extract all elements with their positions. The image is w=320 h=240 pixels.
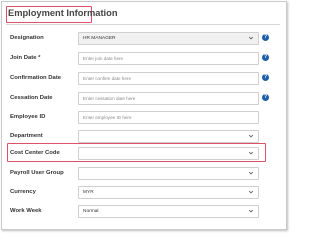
department-label: Department [10,133,43,139]
currency-value: MYR [83,190,94,195]
employee-id-input[interactable]: Enter employee ID here [78,111,259,124]
cessation-date-placeholder: Enter cessation date here [83,96,136,101]
cost-center-highlight [7,143,266,162]
cessation-date-label: Cessation Date [10,95,53,101]
join-date-placeholder: Enter join date here [83,56,124,61]
department-select[interactable] [78,130,259,143]
row-confirmation-date: Confirmation Date Enter confirm date her… [2,70,288,90]
employee-id-label: Employee ID [10,114,46,120]
designation-select[interactable]: HR MANAGER [78,32,259,45]
chevron-down-icon [248,133,254,139]
join-date-label: Join Date * [10,55,41,61]
payroll-user-group-select[interactable] [78,167,259,180]
payroll-user-group-label: Payroll User Group [10,170,64,176]
row-join-date: Join Date * Enter join date here ? [2,50,288,70]
work-week-label: Work Week [10,208,42,214]
designation-label: Designation [10,35,44,41]
confirmation-date-input[interactable]: Enter confirm date here [78,72,259,85]
currency-select[interactable]: MYR [78,186,259,199]
currency-label: Currency [10,189,36,195]
work-week-value: Normal [83,209,99,214]
title-divider [6,24,280,25]
chevron-down-icon [248,35,254,41]
chevron-down-icon [248,170,254,176]
help-icon[interactable]: ? [262,74,269,81]
chevron-down-icon [248,189,254,195]
row-work-week: Work Week Normal [2,203,288,223]
cessation-date-input[interactable]: Enter cessation date here [78,92,259,105]
chevron-down-icon [248,208,254,214]
row-currency: Currency MYR [2,184,288,204]
help-icon[interactable]: ? [262,34,269,41]
help-icon[interactable]: ? [262,54,269,61]
join-date-input[interactable]: Enter join date here [78,52,259,65]
row-designation: Designation HR MANAGER ? [2,30,288,50]
employment-information-panel: Employment Information Designation HR MA… [1,1,287,230]
row-employee-id: Employee ID Enter employee ID here [2,109,288,129]
help-icon[interactable]: ? [262,94,269,101]
row-payroll-user-group: Payroll User Group [2,165,288,185]
row-cessation-date: Cessation Date Enter cessation date here… [2,90,288,110]
designation-value: HR MANAGER [83,36,116,41]
employee-id-placeholder: Enter employee ID here [83,115,132,120]
confirmation-date-placeholder: Enter confirm date here [83,76,132,81]
confirmation-date-label: Confirmation Date [10,75,62,81]
work-week-select[interactable]: Normal [78,205,259,218]
section-title: Employment Information [8,8,118,18]
